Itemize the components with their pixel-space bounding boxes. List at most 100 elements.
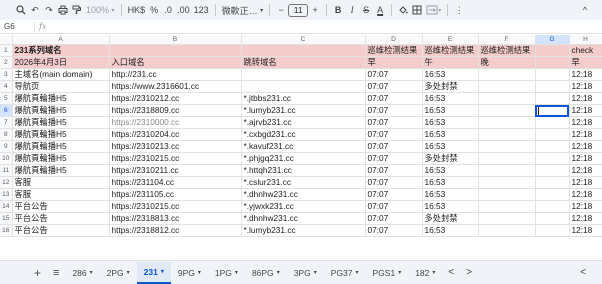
cell-entry-domain[interactable]: https://2310000.cc: [108, 116, 242, 129]
cell-evening[interactable]: [478, 92, 536, 105]
cell-redirect-domain[interactable]: [240, 80, 366, 93]
row-header[interactable]: 13: [0, 188, 13, 201]
row-header[interactable]: 7: [0, 116, 13, 129]
cell-check-morning[interactable]: 12:18: [569, 92, 602, 105]
cell-redirect-domain[interactable]: *.httqh231.cc: [240, 164, 366, 177]
cell-morning[interactable]: 07:07: [365, 104, 423, 117]
merge-cells-icon[interactable]: ▾: [424, 2, 443, 18]
text-color-button[interactable]: A: [373, 2, 387, 18]
cell-section[interactable]: 爆航頁輪播H5: [12, 164, 110, 177]
row-header[interactable]: 3: [0, 68, 13, 81]
cell-noon[interactable]: 多处封禁: [422, 152, 479, 165]
cell-check-morning[interactable]: 12:18: [569, 176, 602, 189]
row-header[interactable]: 5: [0, 92, 13, 105]
sheet-tab[interactable]: 9PG ▾: [171, 262, 208, 284]
cell-redirect-domain[interactable]: *.lumyb231.cc: [240, 104, 366, 117]
cell[interactable]: 晚: [478, 56, 536, 69]
row-header[interactable]: 11: [0, 164, 13, 177]
cell-evening[interactable]: [478, 128, 536, 141]
sheet-tab[interactable]: 286 ▾: [65, 262, 99, 284]
chevron-down-icon[interactable]: ▾: [355, 269, 358, 276]
cell-entry-domain[interactable]: https://2310215.cc: [108, 152, 242, 165]
chevron-down-icon[interactable]: ▾: [235, 269, 238, 276]
cell[interactable]: 231系列域名: [12, 44, 110, 57]
cell-evening[interactable]: [478, 104, 536, 117]
cell-g[interactable]: [535, 152, 570, 165]
cell-entry-domain[interactable]: https://2310204.cc: [108, 128, 242, 141]
cell-noon[interactable]: 16:53: [422, 128, 479, 141]
percent-format-button[interactable]: %: [147, 2, 161, 18]
cell-redirect-domain[interactable]: *.kavuf231.cc: [240, 140, 366, 153]
select-all-corner[interactable]: [0, 35, 13, 45]
cell-morning[interactable]: 07:07: [365, 212, 423, 225]
cell-morning[interactable]: 07:07: [365, 200, 423, 213]
row-header[interactable]: 1: [0, 44, 13, 57]
cell-noon[interactable]: 16:53: [422, 164, 479, 177]
chevron-down-icon[interactable]: ▾: [198, 269, 201, 276]
add-sheet-button[interactable]: +: [28, 263, 47, 283]
sheet-tab[interactable]: 2PG ▾: [100, 262, 137, 284]
currency-format-button[interactable]: HK$: [126, 2, 148, 18]
cell-check-morning[interactable]: 12:18: [569, 224, 602, 237]
collapse-toolbar-icon[interactable]: ^: [578, 2, 592, 18]
cell-section[interactable]: 爆航頁輪播H5: [12, 152, 110, 165]
print-icon[interactable]: [56, 2, 70, 18]
chevron-down-icon[interactable]: ▾: [398, 269, 401, 276]
cell-evening[interactable]: [478, 152, 536, 165]
cell-redirect-domain[interactable]: *.dhnhw231.cc: [240, 212, 366, 225]
cell[interactable]: 巡维检测结果: [478, 44, 536, 57]
cell-entry-domain[interactable]: https://www.2316601.cc: [108, 80, 242, 93]
cell-redirect-domain[interactable]: *.cslur231.cc: [240, 176, 366, 189]
cell-morning[interactable]: 07:07: [365, 188, 423, 201]
cell[interactable]: [535, 44, 570, 57]
cell-check-morning[interactable]: 12:18: [569, 164, 602, 177]
cell-evening[interactable]: [478, 80, 536, 93]
cell-noon[interactable]: 16:53: [422, 116, 479, 129]
cell-section[interactable]: 爆航頁輪播H5: [12, 140, 110, 153]
cell-section[interactable]: 平台公告: [12, 224, 110, 237]
cell-morning[interactable]: 07:07: [365, 68, 423, 81]
row-header[interactable]: 8: [0, 128, 13, 141]
cell-evening[interactable]: [478, 200, 536, 213]
number-format-button[interactable]: 123: [192, 2, 211, 18]
chevron-down-icon[interactable]: ▾: [432, 269, 435, 276]
strikethrough-button[interactable]: S: [359, 2, 373, 18]
cell-g[interactable]: [535, 212, 570, 225]
column-header-h[interactable]: H: [569, 35, 602, 45]
sheet-tab[interactable]: 3PG ▾: [287, 262, 324, 284]
decrease-decimal-button[interactable]: .0: [161, 2, 175, 18]
cell-check-morning[interactable]: 12:18: [569, 80, 602, 93]
column-header-b[interactable]: B: [109, 35, 242, 45]
cell-check-morning[interactable]: 12:18: [569, 116, 602, 129]
cell-check-morning[interactable]: 12:18: [569, 200, 602, 213]
cell[interactable]: [535, 56, 570, 69]
cell[interactable]: 早: [569, 56, 602, 69]
paint-format-icon[interactable]: [70, 2, 84, 18]
cell-g[interactable]: [535, 164, 570, 177]
chevron-down-icon[interactable]: ▾: [127, 269, 130, 276]
cell-morning[interactable]: 07:07: [365, 176, 423, 189]
cell[interactable]: 巡维检测结果: [422, 44, 479, 57]
cell-entry-domain[interactable]: https://2318809.cc: [108, 104, 242, 117]
cell-section[interactable]: 客服: [12, 176, 110, 189]
cell-evening[interactable]: [478, 224, 536, 237]
bold-button[interactable]: B: [331, 2, 345, 18]
cell-section[interactable]: 爆航頁輪播H5: [12, 92, 110, 105]
cell-noon[interactable]: 16:53: [422, 200, 479, 213]
chevron-down-icon[interactable]: ▾: [161, 268, 164, 275]
cell-evening[interactable]: [478, 140, 536, 153]
prev-sheets-button[interactable]: <: [442, 263, 460, 283]
cell[interactable]: [109, 44, 242, 57]
cell-redirect-domain[interactable]: *.lumyb231.cc: [240, 224, 366, 237]
cell-evening[interactable]: [478, 116, 536, 129]
cell-noon[interactable]: 16:53: [422, 140, 479, 153]
cell-check-morning[interactable]: 12:18: [569, 68, 602, 81]
cell-section[interactable]: 主域名(main domain): [12, 68, 110, 81]
cell-g[interactable]: [535, 140, 570, 153]
cell-evening[interactable]: [478, 164, 536, 177]
sheet-tab[interactable]: 86PG ▾: [245, 262, 287, 284]
cell-evening[interactable]: [478, 188, 536, 201]
cell-morning[interactable]: 07:07: [365, 116, 423, 129]
sheet-tab[interactable]: PGS1 ▾: [366, 262, 409, 284]
cell[interactable]: check: [569, 44, 602, 57]
